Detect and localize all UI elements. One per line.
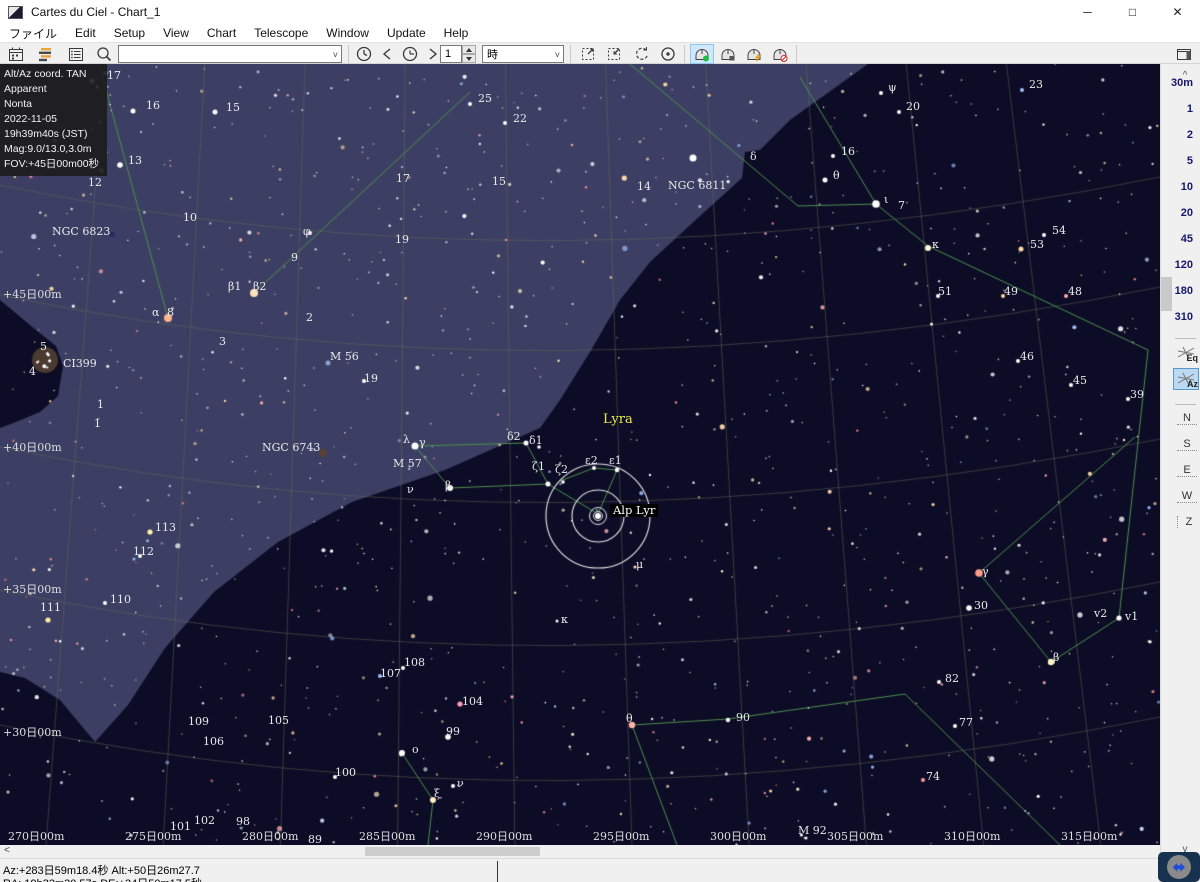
time-clock-icon[interactable] — [398, 44, 422, 64]
window-title: Cartes du Ciel - Chart_1 — [31, 5, 161, 19]
status-radec: RA: 19h33m30.57s DE:+34日50m17.5秒 — [3, 875, 202, 882]
status-divider — [497, 861, 498, 882]
info-magnitude: Mag:9.0/13.0,3.0m — [4, 143, 92, 155]
title-bar: Cartes du Ciel - Chart_1 ─ □ ✕ — [0, 0, 1200, 24]
menu-file[interactable]: ファイル — [0, 25, 66, 42]
fov-2[interactable]: 2 — [1187, 129, 1193, 141]
info-apparent: Apparent — [4, 83, 47, 95]
calendar-icon[interactable] — [4, 44, 28, 64]
status-bar: Az:+283日59m18.4秒 Alt:+50日26m27.7 RA: 19h… — [0, 858, 1200, 882]
fov-120[interactable]: 120 — [1175, 259, 1193, 271]
search-combobox[interactable]: ˅ — [118, 45, 342, 63]
remote-control-badge[interactable]: ⬌ — [1158, 852, 1200, 882]
info-time: 19h39m40s (JST) — [4, 128, 88, 140]
fov-30m[interactable]: 30m — [1171, 77, 1193, 89]
eq-label: Eq — [1186, 353, 1198, 363]
menu-setup[interactable]: Setup — [105, 26, 154, 40]
close-button[interactable]: ✕ — [1155, 0, 1200, 24]
scroll-left-icon[interactable]: < — [4, 845, 10, 856]
fov-180[interactable]: 180 — [1175, 285, 1193, 297]
menu-telescope[interactable]: Telescope — [245, 26, 317, 40]
toolbar: ˅ 1 時 ˅ — [0, 42, 1200, 64]
horizontal-scrollbar[interactable]: < — [0, 845, 1160, 858]
altaz-grid-button[interactable]: Az — [1173, 368, 1199, 390]
object-list-icon[interactable] — [34, 44, 58, 64]
menu-update[interactable]: Update — [378, 26, 435, 40]
zoom-out-frame-icon[interactable] — [576, 44, 600, 64]
detail-list-icon[interactable] — [64, 44, 88, 64]
panel-icon[interactable] — [1172, 44, 1196, 64]
time-step-stepper[interactable] — [462, 45, 476, 63]
center-target-icon[interactable] — [656, 44, 680, 64]
chart-info-box: Alt/Az coord. TAN Apparent Nonta 2022-11… — [0, 64, 107, 176]
app-icon — [8, 5, 23, 19]
fov-310[interactable]: 310 — [1175, 311, 1193, 323]
look-west-button[interactable]: W — [1177, 490, 1197, 503]
app-window: Cartes du Ciel - Chart_1 ─ □ ✕ ファイル Edit… — [0, 0, 1200, 882]
info-coord-system: Alt/Az coord. TAN — [4, 68, 87, 80]
minimize-button[interactable]: ─ — [1065, 0, 1110, 24]
star-chart-canvas[interactable] — [0, 64, 1160, 845]
az-label: Az — [1187, 379, 1198, 389]
refresh-icon[interactable] — [630, 44, 654, 64]
menu-edit[interactable]: Edit — [66, 26, 105, 40]
double-arrow-icon: ⬌ — [1167, 855, 1191, 879]
chevron-down-icon[interactable]: ˅ — [333, 50, 338, 60]
fov-10[interactable]: 10 — [1181, 181, 1193, 193]
fov-20[interactable]: 20 — [1181, 207, 1193, 219]
equatorial-grid-button[interactable]: Eq — [1173, 342, 1199, 364]
menu-window[interactable]: Window — [317, 26, 378, 40]
look-north-button[interactable]: N — [1177, 412, 1197, 425]
dome-stop-icon[interactable] — [768, 44, 792, 64]
fov-45[interactable]: 45 — [1181, 233, 1193, 245]
info-fov: FOV:+45日00m00秒 — [4, 158, 100, 170]
dome-connected-icon[interactable] — [690, 44, 714, 64]
menu-bar: ファイル Edit Setup View Chart Telescope Win… — [0, 24, 1200, 42]
zoom-in-frame-icon[interactable] — [602, 44, 626, 64]
time-back-icon[interactable] — [376, 44, 400, 64]
dome-slew-icon[interactable] — [742, 44, 766, 64]
info-projection: Nonta — [4, 98, 33, 110]
maximize-button[interactable]: □ — [1110, 0, 1155, 24]
time-now-icon[interactable] — [352, 44, 376, 64]
chevron-down-icon[interactable]: ˅ — [555, 50, 560, 60]
menu-view[interactable]: View — [154, 26, 198, 40]
window-controls: ─ □ ✕ — [1065, 0, 1200, 24]
horizontal-scrollbar-thumb[interactable] — [365, 847, 540, 856]
fov-sidebar: ^ 30m 1 2 5 10 20 45 120 180 310 Eq Az N… — [1160, 64, 1200, 858]
fov-5[interactable]: 5 — [1187, 155, 1193, 167]
look-south-button[interactable]: S — [1177, 438, 1197, 451]
time-unit-value: 時 — [487, 49, 498, 61]
fov-1[interactable]: 1 — [1187, 103, 1193, 115]
time-step-input[interactable]: 1 — [440, 45, 462, 63]
look-east-button[interactable]: E — [1177, 464, 1197, 477]
time-step-value: 1 — [445, 48, 452, 60]
look-zenith-button[interactable]: Z — [1177, 516, 1197, 528]
dome-lock-icon[interactable] — [716, 44, 740, 64]
search-icon[interactable] — [92, 44, 116, 64]
menu-help[interactable]: Help — [435, 26, 478, 40]
menu-chart[interactable]: Chart — [198, 26, 245, 40]
info-date: 2022-11-05 — [4, 113, 57, 125]
sidebar-scrollbar-thumb[interactable] — [1161, 277, 1172, 311]
time-unit-combobox[interactable]: 時 ˅ — [482, 45, 564, 63]
